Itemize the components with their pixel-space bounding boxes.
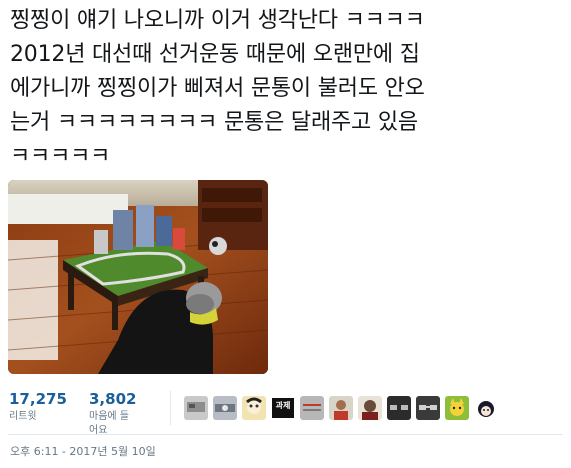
- avatar-9-icon: [416, 396, 440, 420]
- user-avatar[interactable]: [329, 396, 353, 420]
- user-avatar[interactable]: [474, 396, 498, 420]
- avatar-11-icon: [474, 396, 498, 420]
- like-count[interactable]: 3,802: [89, 389, 136, 409]
- user-avatar[interactable]: [416, 396, 440, 420]
- user-avatar[interactable]: [242, 396, 266, 420]
- avatar-4-text: 과제: [275, 401, 291, 410]
- user-avatar[interactable]: [358, 396, 382, 420]
- tweet-text-line: ㅋㅋㅋㅋㅋ: [10, 144, 111, 169]
- tweet-text: 찡찡이 얘기 나오니까 이거 생각난다 ㅋㅋㅋㅋ 2012년 대선때 선거운동 …: [10, 4, 566, 174]
- avatar-8-icon: [387, 396, 411, 420]
- avatar-2-icon: [213, 396, 237, 420]
- stats-divider: [170, 391, 171, 425]
- avatar-7-icon: [358, 396, 382, 420]
- tweet-photo[interactable]: [8, 180, 268, 374]
- tweet-text-line: 찡찡이 얘기 나오니까 이거 생각난다 ㅋㅋㅋㅋ: [10, 8, 425, 33]
- photo-image: [8, 180, 268, 374]
- retweet-label: 리트윗: [9, 411, 37, 422]
- avatar-3-icon: [242, 396, 266, 420]
- avatar-5-icon: [300, 396, 324, 420]
- user-avatar[interactable]: [445, 396, 469, 420]
- avatar-10-icon: [445, 396, 469, 420]
- tweet-text-line: 2012년 대선때 선거운동 때문에 오랜만에 집: [10, 42, 420, 67]
- retweet-stat[interactable]: 17,275 리트윗: [9, 389, 67, 424]
- user-avatar[interactable]: 과제: [271, 396, 295, 420]
- tweet-text-line: 는거 ㅋㅋㅋㅋㅋㅋㅋㅋ 문통은 달래주고 있음: [10, 110, 418, 135]
- footer-divider: [8, 434, 563, 435]
- user-avatar[interactable]: [300, 396, 324, 420]
- like-stat[interactable]: 3,802 마음에 들어요: [89, 389, 136, 438]
- avatar-1-icon: [184, 396, 208, 420]
- avatar-6-icon: [329, 396, 353, 420]
- user-avatar[interactable]: [213, 396, 237, 420]
- user-avatar[interactable]: [387, 396, 411, 420]
- retweet-count[interactable]: 17,275: [9, 389, 67, 409]
- tweet-timestamp[interactable]: 오후 6:11 - 2017년 5월 10일: [10, 444, 156, 460]
- user-avatar[interactable]: [184, 396, 208, 420]
- tweet-text-line: 에가니까 찡찡이가 삐져서 문통이 불러도 안오: [10, 76, 425, 101]
